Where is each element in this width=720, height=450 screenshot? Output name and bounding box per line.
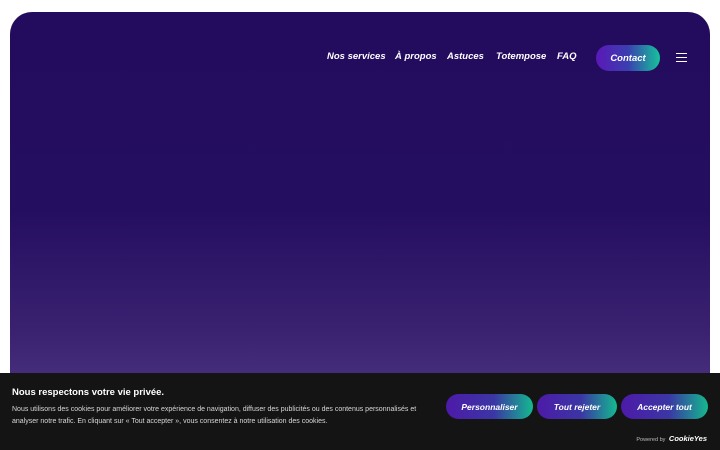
contact-button[interactable]: Contact <box>596 45 660 71</box>
powered-by-label: Powered by <box>636 437 666 443</box>
menu-line <box>676 56 687 59</box>
menu-line <box>676 60 687 63</box>
hamburger-menu-icon[interactable] <box>676 53 687 63</box>
cookie-banner-title: Nous respectons votre vie privée. <box>12 387 165 398</box>
menu-line <box>676 53 687 55</box>
nav-link-about[interactable]: À propos <box>395 51 437 62</box>
cookieyes-logo[interactable]: CookieYes <box>669 434 707 443</box>
nav-link-services[interactable]: Nos services <box>327 51 386 62</box>
customize-cookies-button[interactable]: Personnaliser <box>446 394 533 419</box>
reject-all-cookies-button[interactable]: Tout rejeter <box>537 394 617 419</box>
powered-by: Powered by CookieYes <box>636 434 707 443</box>
page: Nos services À propos Astuces Totempose … <box>0 0 720 450</box>
main-navigation: Nos services À propos Astuces Totempose … <box>10 45 710 71</box>
nav-link-tips[interactable]: Astuces <box>447 51 484 62</box>
nav-link-totempose[interactable]: Totempose <box>496 51 546 62</box>
cookie-consent-banner: Nous respectons votre vie privée. Nous u… <box>0 373 720 450</box>
nav-link-faq[interactable]: FAQ <box>557 51 577 62</box>
cookie-banner-text: Nous utilisons des cookies pour améliore… <box>12 406 417 425</box>
accept-all-cookies-button[interactable]: Accepter tout <box>621 394 708 419</box>
